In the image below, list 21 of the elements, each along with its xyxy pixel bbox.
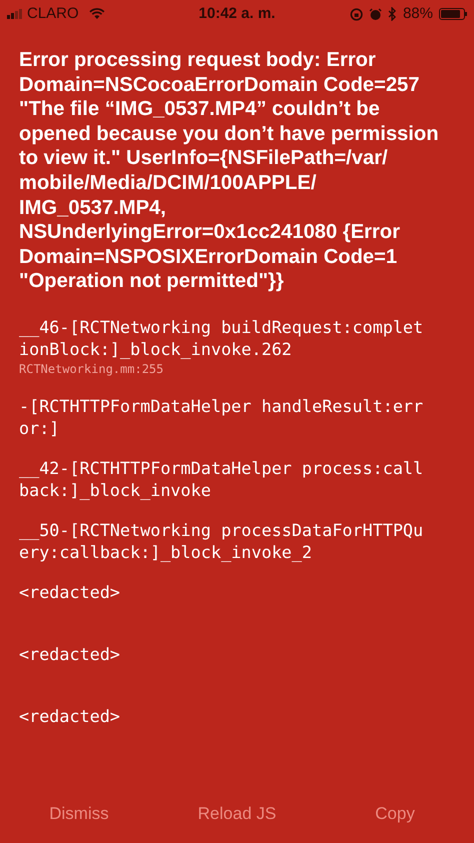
alarm-clock-icon [368, 8, 382, 20]
action-button[interactable]: Copy [316, 801, 474, 826]
wifi-icon [88, 8, 105, 20]
stack-frame-file: RCTNetworking.mm:255 [19, 360, 164, 378]
rotation-lock-icon [350, 8, 363, 20]
stack-frame-method: <redacted> [19, 642, 122, 665]
error-message: Error processing request body: Error Domain=NSCocoaErrorDomain Code=257 "The file “IMG_0537.MP4” couldn’t be opened because you don’t have permission to view it." UserInfo={NSFilePath=/var/mobile/Media/DCIM/100APPLE/IMG_0537.MP4, NSUnderlyingError=0x1cc241080 {Error Domain=NSPOSIXErrorDomain Code=1 "Operation not permitted"}} [19, 48, 440, 294]
stack-frame-method: __50-[RCTNetworking processDataForHTTPQuery:callback:]_block_invoke_2 [19, 518, 424, 563]
battery-percentage: 88% [402, 4, 433, 24]
stack-frame-method: -[RCTHTTPFormDataHelper handleResult:error:] [19, 394, 424, 439]
stack-frame-method: <redacted> [19, 704, 122, 727]
stack-frame-method: <redacted> [19, 580, 122, 603]
carrier-name: CLARO [27, 4, 79, 24]
action-button[interactable]: Reload JS [158, 801, 316, 826]
battery-icon [439, 8, 467, 20]
signal-icon [7, 9, 22, 19]
bluetooth-icon [388, 7, 397, 21]
action-button[interactable]: Dismiss [0, 801, 158, 826]
stack-frame-method: __46-[RCTNetworking buildRequest:completionBlock:]_block_invoke.262 [19, 316, 424, 360]
clock-time: 10:42 a. m. [198, 4, 276, 24]
stack-frame-method: __42-[RCTHTTPFormDataHelper process:callback:]_block_invoke [19, 456, 424, 501]
